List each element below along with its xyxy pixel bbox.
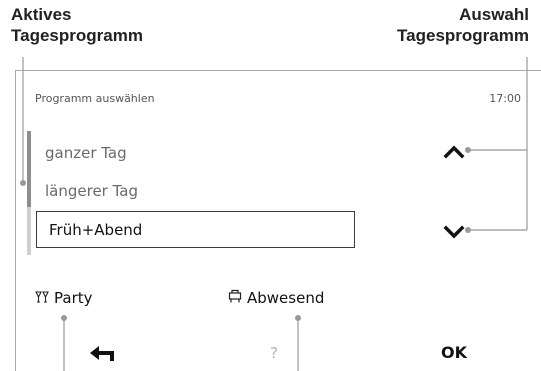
callout-lines	[20, 57, 528, 371]
